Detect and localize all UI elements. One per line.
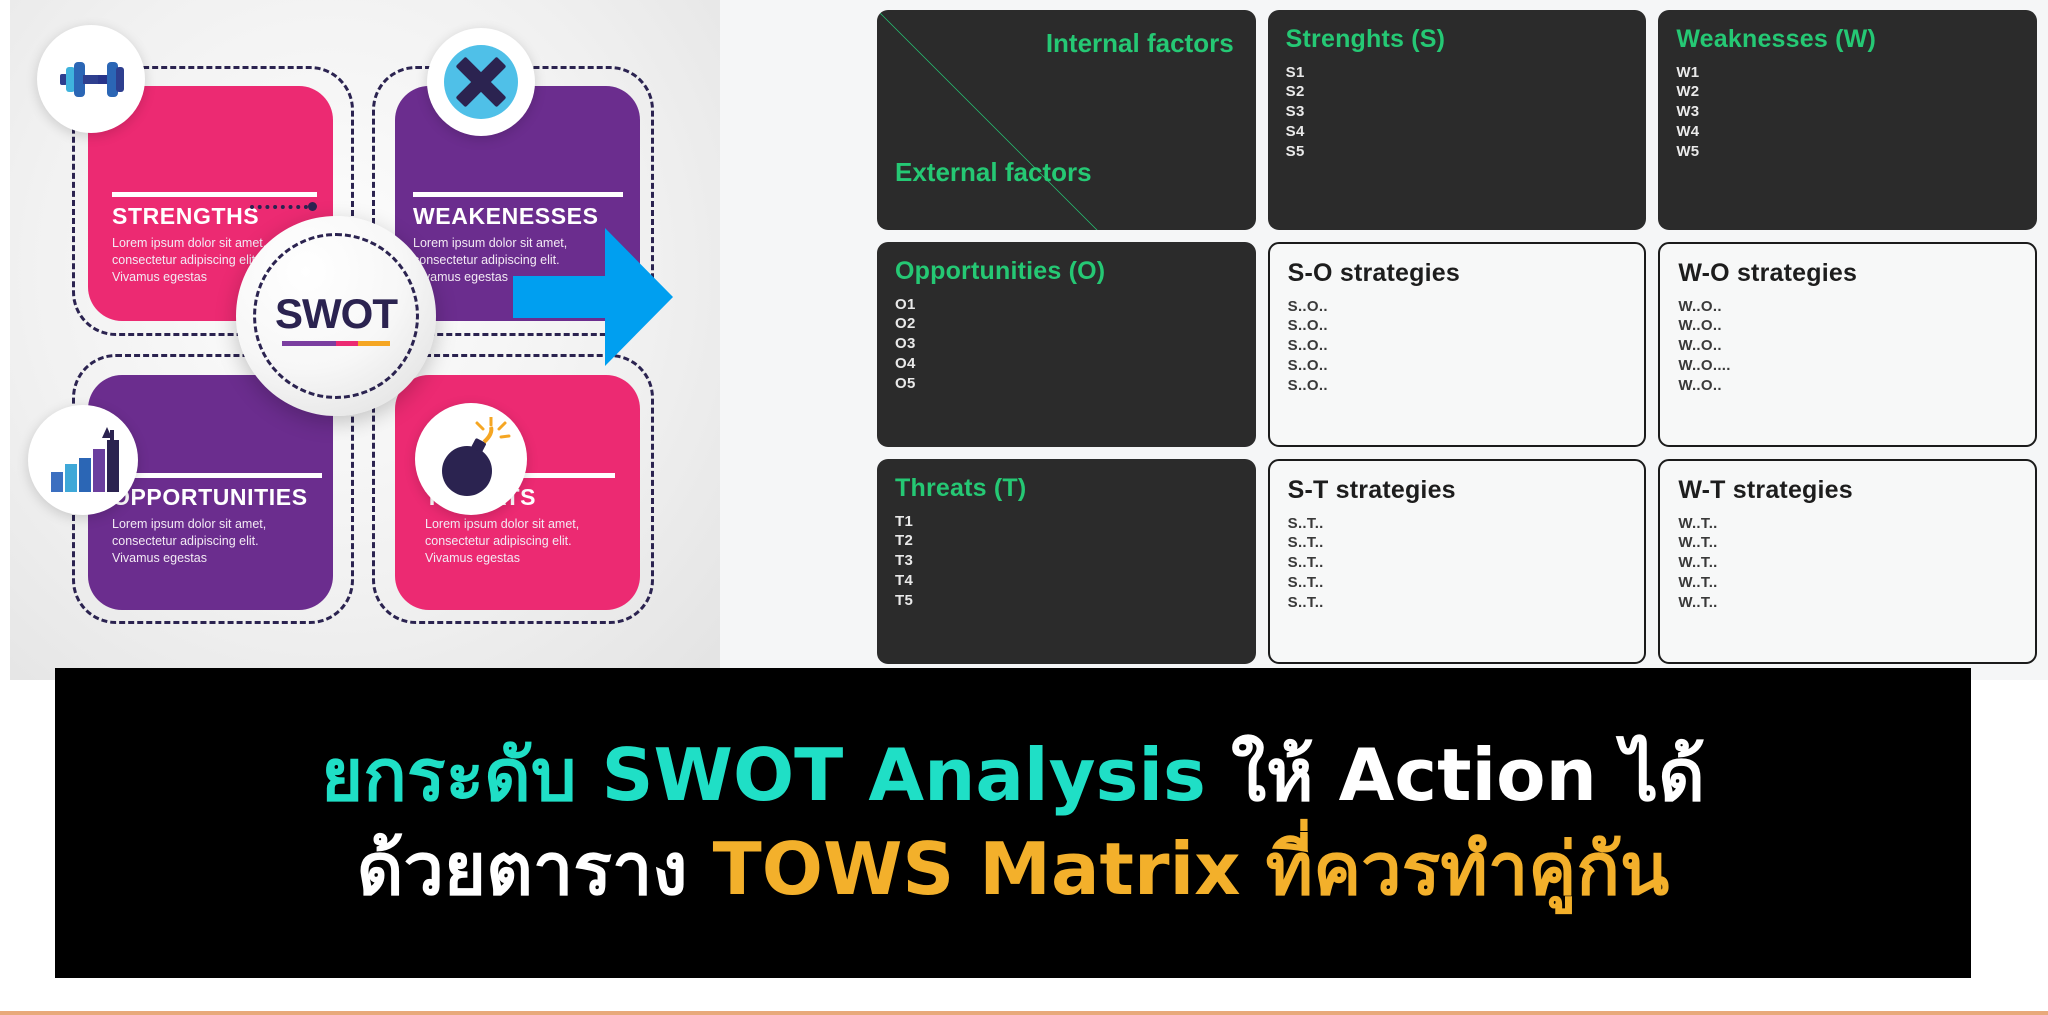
list-item: S..T.. <box>1287 574 1324 592</box>
list-item: S5 <box>1285 143 1305 161</box>
dumbbell-icon <box>37 25 145 133</box>
bottom-divider <box>0 1011 2048 1015</box>
swot-center-badge: SWOT <box>236 202 436 416</box>
list-item: S..O.. <box>1287 317 1328 335</box>
caption-line2-lead: ด้วยตาราง <box>356 827 688 911</box>
list-item: T3 <box>895 552 914 570</box>
list-item: S2 <box>1285 83 1305 101</box>
internal-factors-label: Internal factors <box>1045 28 1234 58</box>
list-item: S..O.. <box>1287 337 1328 355</box>
tows-header-threats: Threats (T) T1 T2 T3 T4 T5 <box>877 459 1256 664</box>
list-item: W3 <box>1676 103 1700 121</box>
tows-grid: Internal factors External factors Streng… <box>877 10 2037 670</box>
tows-matrix-panel: Internal factors External factors Streng… <box>720 0 2048 680</box>
list-item: W..T.. <box>1678 554 1718 572</box>
external-factors-label: External factors <box>895 157 1092 187</box>
list-item: S3 <box>1285 103 1305 121</box>
cell-item-list: S1 S2 S3 S4 S5 <box>1286 63 1629 163</box>
list-item: W..T.. <box>1678 514 1718 532</box>
list-item: W4 <box>1676 123 1700 141</box>
caption-line2-highlight: TOWS Matrix ที่ควรทำคู่กัน <box>712 827 1670 911</box>
list-item: O2 <box>895 315 916 333</box>
title-rule <box>112 473 322 478</box>
list-item: O3 <box>895 335 916 353</box>
cell-title: Strenghts (S) <box>1285 25 1446 53</box>
screenshot-root: STRENGTHS Lorem ipsum dolor sit amet, co… <box>0 0 2048 1015</box>
caption-line-2: ด้วยตาราง TOWS Matrix ที่ควรทำคู่กัน <box>357 826 1670 914</box>
list-item: W1 <box>1676 63 1700 81</box>
list-item: W..O.. <box>1678 377 1722 395</box>
list-item: S..O.. <box>1287 377 1328 395</box>
bomb-icon <box>415 403 527 515</box>
list-item: O5 <box>895 375 916 393</box>
cell-item-list: S..T.. S..T.. S..T.. S..T.. S..T.. <box>1288 514 1627 614</box>
swot-underline <box>282 340 390 346</box>
swot-dot-icon <box>308 202 317 211</box>
list-item: W5 <box>1676 143 1700 161</box>
list-item: W..T.. <box>1678 594 1718 612</box>
list-item: T1 <box>895 512 914 530</box>
cell-item-list: T1 T2 T3 T4 T5 <box>895 512 1238 612</box>
cell-item-list: W1 W2 W3 W4 W5 <box>1676 63 2019 163</box>
caption-line1-rest: ให้ Action ได้ <box>1231 733 1705 818</box>
cell-item-list: S..O.. S..O.. S..O.. S..O.. S..O.. <box>1288 297 1627 397</box>
title-rule <box>112 192 317 197</box>
tows-cell-wo-strategies: W-O strategies W..O.. W..O.. W..O.. W..O… <box>1658 242 2037 447</box>
cell-title: S-T strategies <box>1287 476 1456 504</box>
list-item: S4 <box>1285 123 1305 141</box>
quadrant-title: OPPORTUNITIES <box>112 484 308 510</box>
caption-line-1: ยกระดับ SWOT Analysis ให้ Action ได้ <box>321 732 1705 820</box>
list-item: S..O.. <box>1287 297 1328 315</box>
cell-title: W-O strategies <box>1678 259 1858 287</box>
cell-title: S-O strategies <box>1287 259 1460 287</box>
list-item: O4 <box>895 355 916 373</box>
tows-header-weaknesses: Weaknesses (W) W1 W2 W3 W4 W5 <box>1658 10 2037 230</box>
tows-header-strengths: Strenghts (S) S1 S2 S3 S4 S5 <box>1267 10 1647 230</box>
cell-title: Weaknesses (W) <box>1676 25 1876 53</box>
list-item: W..T.. <box>1678 574 1718 592</box>
tows-cell-so-strategies: S-O strategies S..O.. S..O.. S..O.. S..O… <box>1267 242 1647 447</box>
list-item: T5 <box>895 592 914 610</box>
title-rule <box>413 192 623 197</box>
list-item: S..T.. <box>1287 534 1324 552</box>
tows-cell-st-strategies: S-T strategies S..T.. S..T.. S..T.. S..T… <box>1267 459 1647 664</box>
list-item: T2 <box>895 532 914 550</box>
list-item: S..T.. <box>1287 594 1324 612</box>
cell-title: Opportunities (O) <box>895 257 1106 285</box>
cell-title: Threats (T) <box>895 474 1027 502</box>
cell-item-list: O1 O2 O3 O4 O5 <box>895 295 1238 395</box>
tows-header-opportunities: Opportunities (O) O1 O2 O3 O4 O5 <box>877 242 1256 447</box>
list-item: S..T.. <box>1287 554 1324 572</box>
quadrant-description: Lorem ipsum dolor sit amet, consectetur … <box>112 517 267 565</box>
list-item: S1 <box>1285 63 1305 81</box>
swot-wordmark: SWOT <box>275 289 398 337</box>
list-item: S..O.. <box>1287 357 1328 375</box>
list-item: W..O.. <box>1678 337 1722 355</box>
list-item: W..O.. <box>1678 317 1722 335</box>
quadrant-body: OPPORTUNITIES Lorem ipsum dolor sit amet… <box>112 473 322 567</box>
list-item: O1 <box>895 295 916 313</box>
tows-corner-header: Internal factors External factors <box>877 10 1256 230</box>
swot-center-ring: SWOT <box>250 202 419 399</box>
quadrant-description: Lorem ipsum dolor sit amet, consectetur … <box>425 517 580 565</box>
tows-cell-wt-strategies: W-T strategies W..T.. W..T.. W..T.. W..T… <box>1658 459 2037 664</box>
caption-banner: ยกระดับ SWOT Analysis ให้ Action ได้ ด้ว… <box>55 668 1971 978</box>
growth-bar-chart-icon <box>28 405 138 515</box>
list-item: W..O.... <box>1678 357 1731 375</box>
swot-dotted-accent <box>250 205 308 209</box>
list-item: W..T.. <box>1678 534 1718 552</box>
right-arrow-icon <box>513 218 673 375</box>
list-item: W2 <box>1676 83 1700 101</box>
list-item: W..O.. <box>1678 297 1722 315</box>
cell-item-list: W..O.. W..O.. W..O.. W..O.... W..O.. <box>1678 297 2017 397</box>
cell-item-list: W..T.. W..T.. W..T.. W..T.. W..T.. <box>1678 514 2017 614</box>
list-item: T4 <box>895 572 914 590</box>
caption-line1-highlight: ยกระดับ SWOT Analysis <box>321 733 1206 818</box>
cross-mark-icon <box>427 28 535 136</box>
cell-title: W-T strategies <box>1678 476 1853 504</box>
list-item: S..T.. <box>1287 514 1324 532</box>
